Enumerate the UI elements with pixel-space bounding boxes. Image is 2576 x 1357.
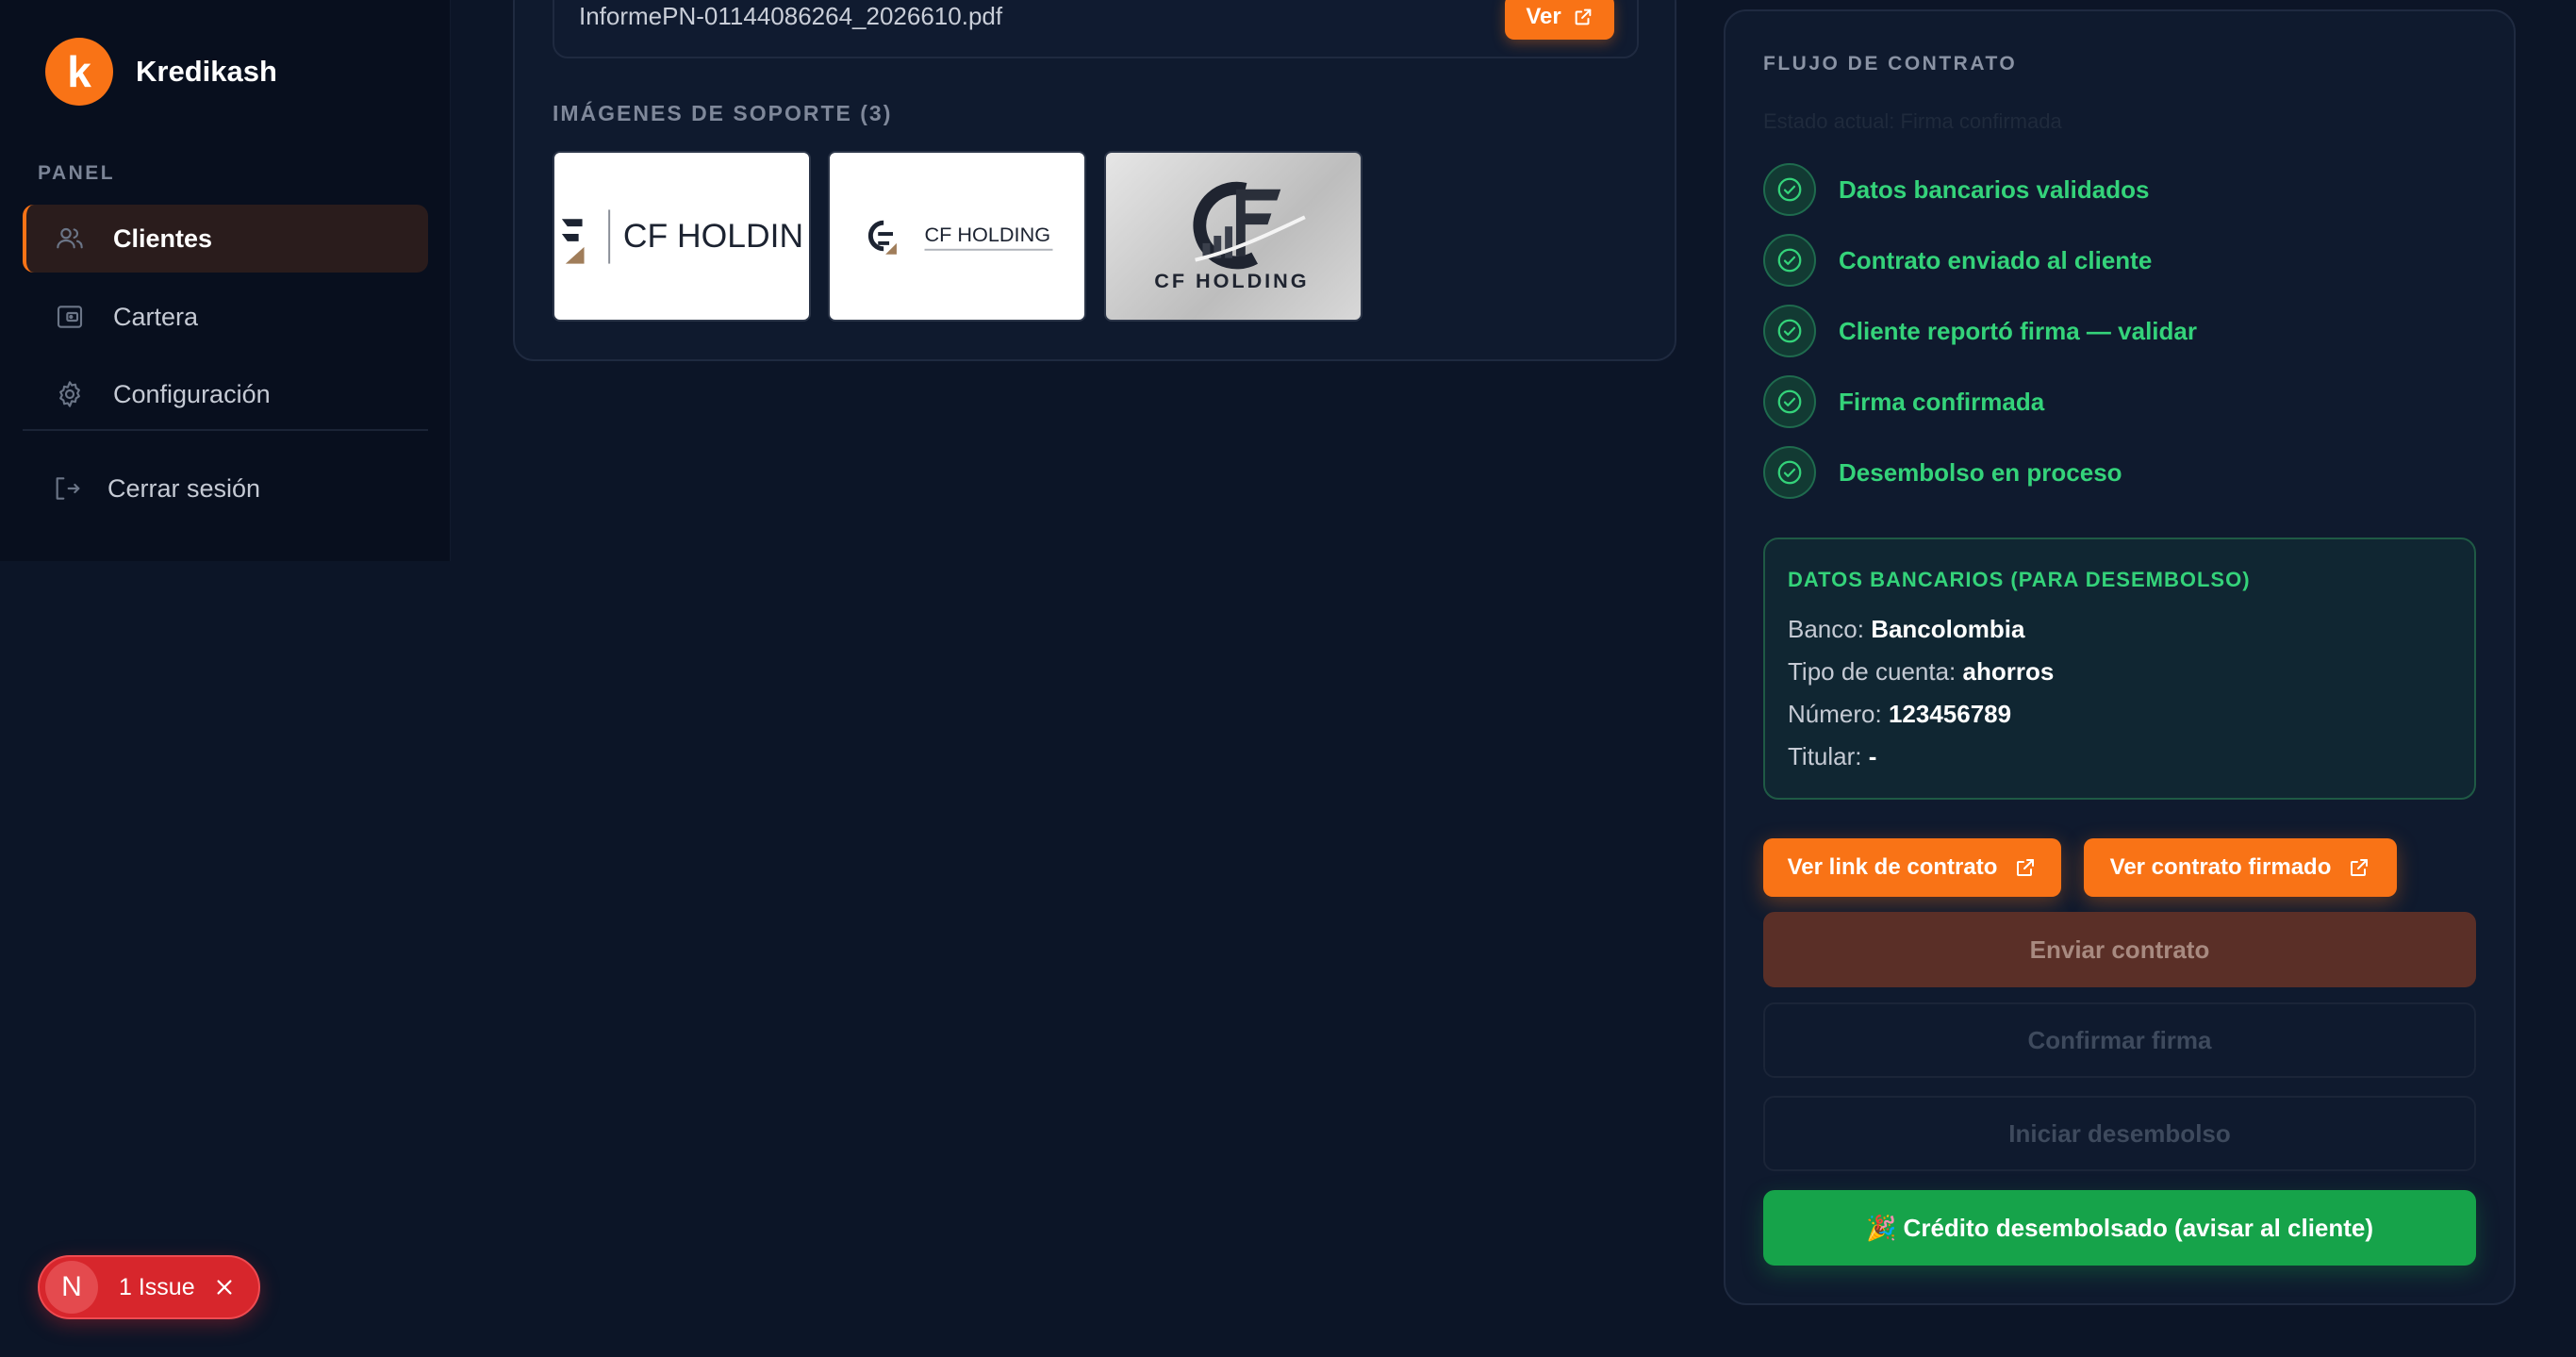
bank-data-box: DATOS BANCARIOS (PARA DESEMBOLSO) Banco:…: [1763, 538, 2476, 800]
flow-step-label: Contrato enviado al cliente: [1839, 245, 2153, 274]
cf-holding-logo: CF HOLDING: [1154, 181, 1309, 292]
view-signed-contract-button[interactable]: Ver contrato firmado: [2084, 838, 2397, 897]
file-row: InformePN-01144086264_2026610.pdf Ver: [553, 0, 1639, 58]
credit-disbursed-button[interactable]: 🎉 Crédito desembolsado (avisar al client…: [1763, 1190, 2476, 1266]
sidebar-item-configuracion[interactable]: Configuración: [23, 360, 428, 428]
wallet-icon: [53, 300, 87, 334]
close-icon[interactable]: [214, 1277, 235, 1298]
cf-holding-logo: CF HOLDING: [867, 220, 1053, 255]
view-file-button[interactable]: Ver: [1505, 0, 1614, 40]
support-image-2[interactable]: CF HOLDING: [828, 151, 1086, 322]
flow-status: Estado actual: Firma confirmada: [1763, 109, 2062, 133]
send-contract-button[interactable]: Enviar contrato: [1763, 912, 2476, 987]
svg-text:CF HOLDIN: CF HOLDIN: [623, 217, 803, 255]
sidebar-item-cartera[interactable]: Cartera: [23, 283, 428, 351]
bank-data-title: DATOS BANCARIOS (PARA DESEMBOLSO): [1788, 568, 2251, 591]
account-number-value: 123456789: [1888, 700, 2012, 728]
issues-badge[interactable]: N 1 Issue: [38, 1255, 260, 1319]
logout-icon: [49, 472, 83, 505]
svg-text:CF HOLDING: CF HOLDING: [925, 223, 1051, 246]
view-signed-contract-label: Ver contrato firmado: [2109, 854, 2332, 880]
external-link-icon: [2351, 859, 2369, 876]
confirm-signature-button[interactable]: Confirmar firma: [1763, 1002, 2476, 1078]
flow-step-label: Desembolso en proceso: [1839, 457, 2122, 487]
account-type-label: Tipo de cuenta:: [1788, 657, 1957, 686]
check-circle-icon: [1763, 163, 1816, 216]
issue-count-label: 1 Issue: [119, 1273, 195, 1300]
flow-step-label: Datos bancarios validados: [1839, 174, 2150, 204]
bank-name-row: Banco: Bancolombia: [1788, 615, 2024, 644]
sidebar-section-label: PANEL: [38, 162, 116, 184]
start-disbursement-button[interactable]: Iniciar desembolso: [1763, 1096, 2476, 1171]
sidebar-divider: [23, 429, 428, 431]
logout-label: Cerrar sesión: [107, 473, 261, 503]
external-link-icon: [2017, 859, 2035, 876]
brand-name: Kredikash: [136, 55, 277, 88]
support-images-label: IMÁGENES DE SOPORTE (3): [553, 101, 893, 125]
sidebar-item-label: Cartera: [113, 302, 199, 331]
bank-name-value: Bancolombia: [1871, 615, 2025, 643]
flow-step: Firma confirmada: [1763, 375, 2044, 428]
flow-step: Contrato enviado al cliente: [1763, 234, 2152, 287]
account-number-label: Número:: [1788, 700, 1882, 728]
support-image-1[interactable]: CF HOLDIN: [553, 151, 811, 322]
check-circle-icon: [1763, 446, 1816, 499]
sidebar: k Kredikash PANEL Clientes Cartera Confi…: [0, 0, 451, 561]
view-contract-link-label: Ver link de contrato: [1787, 854, 1998, 880]
bank-name-label: Banco:: [1788, 615, 1864, 643]
check-circle-icon: [1763, 234, 1816, 287]
check-circle-icon: [1763, 305, 1816, 357]
brand-logo: k: [45, 38, 113, 106]
gear-icon: [53, 377, 87, 411]
support-image-3[interactable]: CF HOLDING: [1104, 151, 1362, 322]
view-contract-link-button[interactable]: Ver link de contrato: [1763, 838, 2061, 897]
account-holder-value: -: [1868, 742, 1877, 770]
flow-step-label: Firma confirmada: [1839, 387, 2045, 416]
account-holder-row: Titular: -: [1788, 742, 1876, 771]
brand[interactable]: k Kredikash: [45, 38, 277, 106]
flow-step-label: Cliente reportó firma — validar: [1839, 316, 2197, 345]
issue-avatar: N: [45, 1261, 98, 1314]
flow-step: Desembolso en proceso: [1763, 446, 2122, 499]
flow-step: Cliente reportó firma — validar: [1763, 305, 2197, 357]
sidebar-item-label: Clientes: [113, 223, 213, 253]
sidebar-item-clientes[interactable]: Clientes: [23, 205, 428, 273]
check-circle-icon: [1763, 375, 1816, 428]
account-holder-label: Titular:: [1788, 742, 1862, 770]
external-link-icon: [1575, 8, 1592, 25]
cf-holding-logo: CF HOLDIN: [561, 209, 803, 264]
account-type-value: ahorros: [1962, 657, 2055, 686]
account-number-row: Número: 123456789: [1788, 700, 2011, 729]
flow-step: Datos bancarios validados: [1763, 163, 2149, 216]
view-file-label: Ver: [1526, 4, 1561, 29]
users-icon: [53, 222, 87, 256]
flow-title: FLUJO DE CONTRATO: [1763, 53, 2018, 74]
svg-text:CF HOLDING: CF HOLDING: [1154, 269, 1309, 292]
account-type-row: Tipo de cuenta: ahorros: [1788, 657, 2054, 687]
app-root: k Kredikash PANEL Clientes Cartera Confi…: [0, 0, 2576, 1357]
sidebar-item-label: Configuración: [113, 379, 271, 408]
logout-button[interactable]: Cerrar sesión: [23, 455, 428, 522]
file-name: InformePN-01144086264_2026610.pdf: [579, 2, 1003, 30]
